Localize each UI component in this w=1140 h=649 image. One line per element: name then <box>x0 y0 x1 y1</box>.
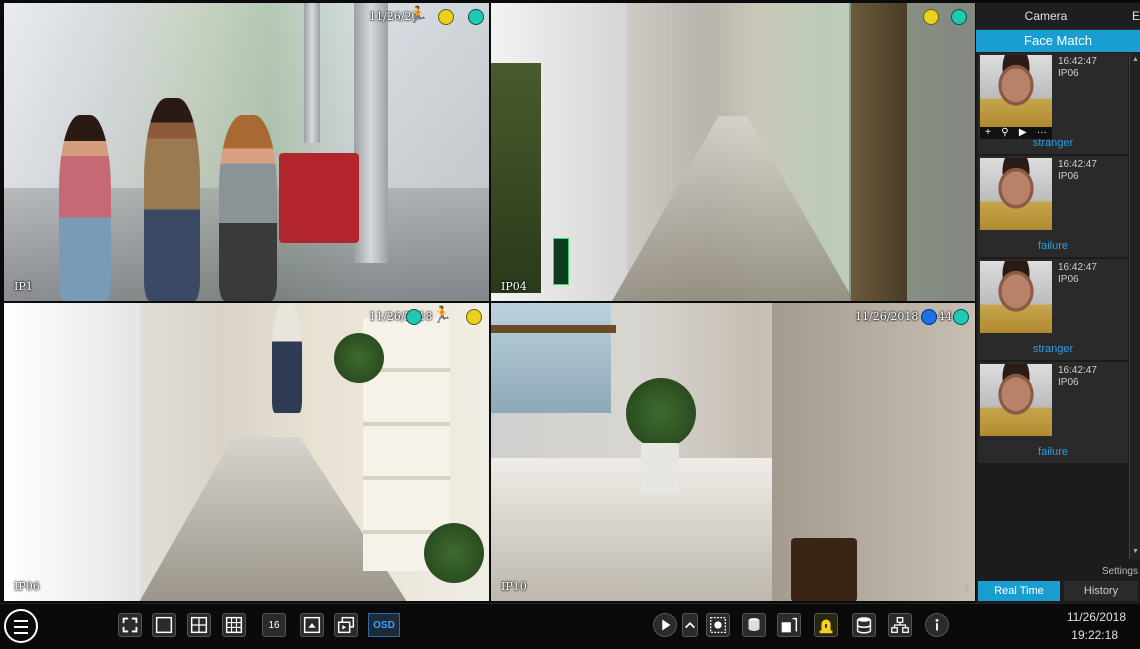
play-icon[interactable] <box>653 613 677 637</box>
network-icon[interactable] <box>888 613 912 637</box>
scroll-up-icon[interactable]: ▲ <box>1132 56 1139 63</box>
table <box>491 325 616 333</box>
match-time: 16:42:47 <box>1058 365 1097 376</box>
layout-1-icon[interactable] <box>152 613 176 637</box>
camera-tile-4[interactable]: 11/26/2018 44 IP10 4 <box>491 303 975 601</box>
match-result: failure <box>1038 446 1068 458</box>
pot <box>641 443 679 495</box>
window <box>491 303 611 413</box>
menu-icon[interactable] <box>4 609 38 643</box>
system-time: 19:22:18 <box>1071 628 1118 642</box>
match-time: 16:42:47 <box>1058 56 1097 67</box>
tab-history[interactable]: History <box>1064 581 1138 601</box>
osd-button[interactable]: OSD <box>368 613 400 637</box>
settings-link[interactable]: Settings <box>1102 566 1138 577</box>
face-thumbnail <box>980 261 1052 333</box>
match-time: 16:42:47 <box>1058 159 1097 170</box>
match-list: + ⚲ ▶ ··· 16:42:47 IP06 stranger 16:42:4… <box>976 53 1128 465</box>
match-camera: IP06 <box>1058 377 1079 388</box>
record-indicator-icon <box>468 9 484 25</box>
wall-left <box>4 303 140 601</box>
pillar <box>304 3 320 143</box>
match-camera: IP06 <box>1058 274 1079 285</box>
disk-icon[interactable] <box>852 613 876 637</box>
info-icon[interactable] <box>925 613 949 637</box>
layout-4-icon[interactable] <box>187 613 211 637</box>
corridor-floor <box>612 116 854 301</box>
plant <box>424 523 484 583</box>
red-bench <box>279 153 359 243</box>
person <box>59 115 111 301</box>
layout-9-icon[interactable] <box>222 613 246 637</box>
camera-tile-1[interactable]: 11/26/20 🏃 IP1 <box>4 3 489 301</box>
person <box>144 98 200 301</box>
tile-number: 4 <box>963 584 969 595</box>
panel-tabs: Camera E <box>976 3 1140 30</box>
camera-extra: 44 <box>938 310 952 323</box>
nvr-live-view: 11/26/20 🏃 IP1 IP04 11/26/2018 🏃 IP06 11… <box>0 0 1140 649</box>
scrollbar[interactable]: ▲ ▼ <box>1129 53 1140 559</box>
alarm-indicator-icon <box>466 309 482 325</box>
face-thumbnail <box>980 55 1052 127</box>
snapshot-icon[interactable] <box>706 613 730 637</box>
match-result: failure <box>1038 240 1068 252</box>
pip-icon[interactable] <box>300 613 324 637</box>
tab-real-time[interactable]: Real Time <box>978 581 1060 601</box>
camera-tile-3[interactable]: 11/26/2018 🏃 IP06 <box>4 303 489 601</box>
alarm-out-icon[interactable] <box>777 613 801 637</box>
person <box>219 115 277 301</box>
floor <box>491 457 782 601</box>
alarm-light-icon[interactable] <box>814 613 838 637</box>
chevron-up-icon[interactable] <box>682 613 698 637</box>
match-time: 16:42:47 <box>1058 262 1097 273</box>
bottom-toolbar: 16 OSD 11/26/2018 19:22:18 <box>0 603 1140 649</box>
exit-sign <box>553 238 569 285</box>
camera-label: IP06 <box>14 580 40 593</box>
match-camera: IP06 <box>1058 68 1079 79</box>
record-indicator-icon <box>406 309 422 325</box>
plant <box>334 333 384 383</box>
camera-label: IP10 <box>501 580 527 593</box>
list-item[interactable]: 16:42:47 IP06 failure <box>978 156 1128 259</box>
camera-label: IP1 <box>14 280 33 293</box>
person <box>272 303 302 413</box>
alarm-indicator-icon <box>921 309 937 325</box>
camera-timestamp: 11/26/2018 <box>369 310 433 323</box>
match-result: stranger <box>1032 137 1074 149</box>
face-thumbnail <box>980 364 1052 436</box>
tab-camera[interactable]: Camera <box>976 3 1116 29</box>
plant <box>626 378 696 448</box>
poster <box>491 63 541 293</box>
motion-icon: 🏃 <box>432 307 452 324</box>
camera-label: IP04 <box>501 280 527 293</box>
fullscreen-icon[interactable] <box>118 613 142 637</box>
list-item[interactable]: 16:42:47 IP06 stranger <box>978 259 1128 362</box>
pillar <box>354 3 388 263</box>
door <box>851 3 907 301</box>
camera-timestamp: 11/26/2018 <box>855 310 919 323</box>
chair <box>791 538 857 601</box>
sequence-icon[interactable] <box>334 613 358 637</box>
record-indicator-icon <box>953 309 969 325</box>
list-item[interactable]: 16:42:47 IP06 failure <box>978 362 1128 465</box>
tab-more[interactable]: E <box>1132 3 1140 29</box>
face-match-header[interactable]: Face Match <box>976 30 1140 52</box>
alarm-indicator-icon <box>438 9 454 25</box>
record-icon[interactable] <box>742 613 766 637</box>
system-date: 11/26/2018 <box>1066 610 1126 624</box>
scroll-down-icon[interactable]: ▼ <box>1132 548 1139 555</box>
alarm-indicator-icon <box>923 9 939 25</box>
face-match-panel: Camera E Face Match + ⚲ ▶ ··· 16:42:47 I… <box>976 3 1140 603</box>
camera-tile-2[interactable]: IP04 <box>491 3 975 301</box>
layout-16-icon[interactable]: 16 <box>262 613 286 637</box>
list-item[interactable]: + ⚲ ▶ ··· 16:42:47 IP06 stranger <box>978 53 1128 156</box>
face-thumbnail <box>980 158 1052 230</box>
match-result: stranger <box>1032 343 1074 355</box>
record-indicator-icon <box>951 9 967 25</box>
match-camera: IP06 <box>1058 171 1079 182</box>
motion-icon: 🏃 <box>408 7 428 24</box>
